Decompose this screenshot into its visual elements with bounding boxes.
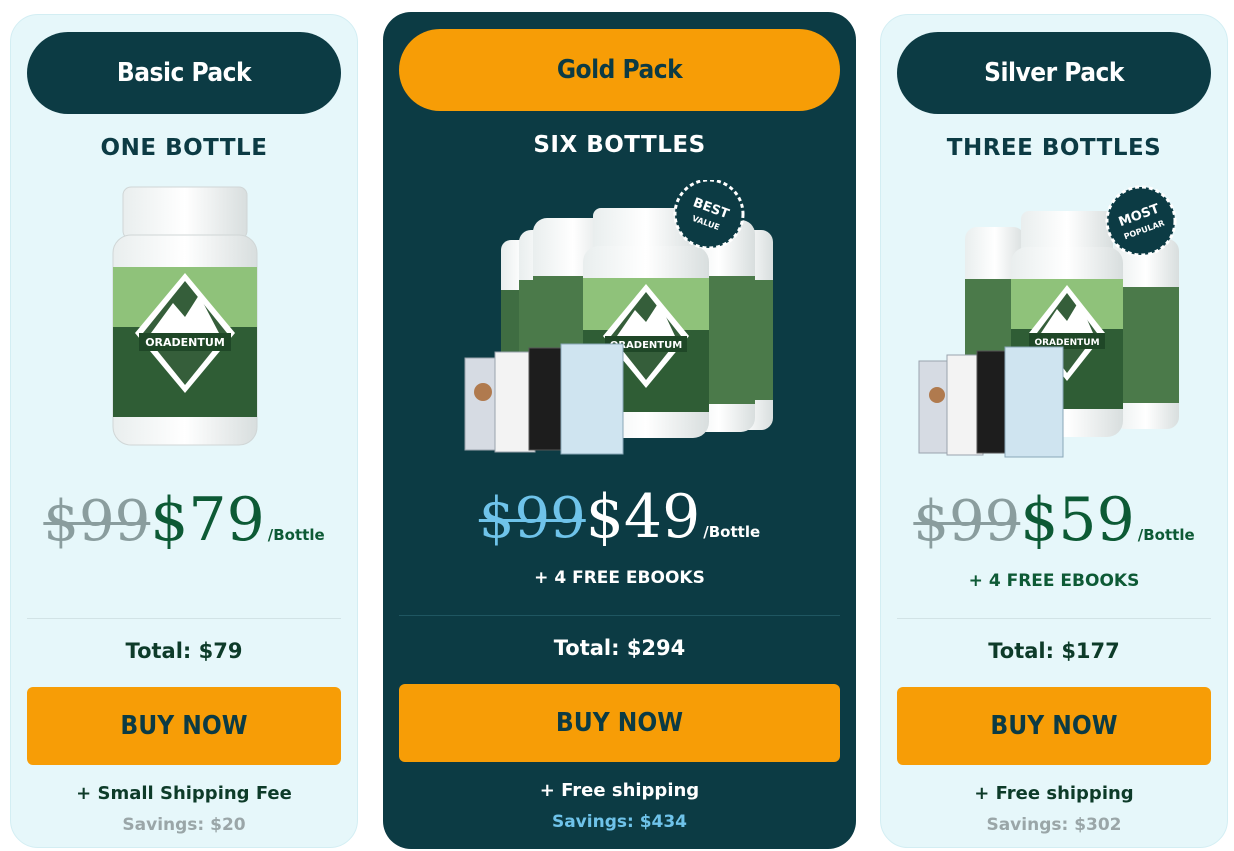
shipping-note: + Free shipping	[974, 783, 1134, 804]
savings-amount: Savings: $20	[122, 815, 246, 835]
sale-price: $59	[1020, 485, 1135, 555]
pack-label-badge: Silver Pack	[897, 32, 1211, 114]
pack-label-badge: Basic Pack	[27, 32, 341, 114]
pack-label-badge: Gold Pack	[399, 29, 840, 111]
savings-amount: Savings: $434	[551, 812, 688, 832]
bottle-quantity: THREE BOTTLES	[946, 135, 1162, 161]
product-image-six-bottles: ORADENTUM BEST VALUE	[383, 178, 856, 470]
savings-amount: Savings: $302	[986, 815, 1122, 835]
pricing-card-silver: Silver Pack THREE BOTTLES ORADENTUM MOST…	[880, 14, 1228, 848]
original-price: $99	[43, 489, 151, 554]
divider	[399, 615, 840, 616]
best-value-badge: BEST VALUE	[673, 178, 745, 250]
price-row: $99 $79 /Bottle	[11, 485, 357, 555]
original-price: $99	[478, 486, 586, 551]
product-image-one-bottle: ORADENTUM	[11, 183, 357, 473]
free-ebooks-bonus: + 4 FREE EBOOKS	[968, 571, 1140, 591]
buy-now-button[interactable]: BUY NOW	[399, 684, 840, 762]
divider	[27, 618, 341, 619]
total-price: Total: $177	[988, 639, 1120, 663]
shipping-note: + Small Shipping Fee	[76, 783, 292, 804]
price-row: $99 $59 /Bottle	[881, 485, 1227, 555]
free-ebooks-bonus: + 4 FREE EBOOKS	[534, 568, 705, 588]
original-price: $99	[913, 489, 1021, 554]
pricing-card-basic: Basic Pack ONE BOTTLE ORADENTUM $99 $79 …	[10, 14, 358, 848]
shipping-note: + Free shipping	[539, 780, 700, 801]
bottle-quantity: ONE BOTTLE	[100, 135, 268, 161]
pricing-card-gold: Gold Pack SIX BOTTLES ORADENTUM BEST VAL…	[383, 12, 856, 849]
most-popular-badge: MOST POPULAR	[1105, 185, 1177, 257]
price-row: $99 $49 /Bottle	[383, 482, 856, 552]
divider	[897, 618, 1211, 619]
sale-price: $79	[150, 485, 265, 555]
total-price: Total: $294	[553, 636, 686, 660]
bottle-quantity: SIX BOTTLES	[533, 132, 706, 158]
brand-logo-text: ORADENTUM	[145, 336, 225, 349]
product-image-three-bottles: ORADENTUM MOST POPULAR	[881, 183, 1227, 473]
total-price: Total: $79	[125, 639, 243, 663]
per-unit-label: /Bottle	[267, 526, 325, 544]
buy-now-button[interactable]: BUY NOW	[27, 687, 341, 765]
per-unit-label: /Bottle	[1137, 526, 1195, 544]
sale-price: $49	[585, 482, 701, 552]
per-unit-label: /Bottle	[703, 523, 761, 541]
buy-now-button[interactable]: BUY NOW	[897, 687, 1211, 765]
